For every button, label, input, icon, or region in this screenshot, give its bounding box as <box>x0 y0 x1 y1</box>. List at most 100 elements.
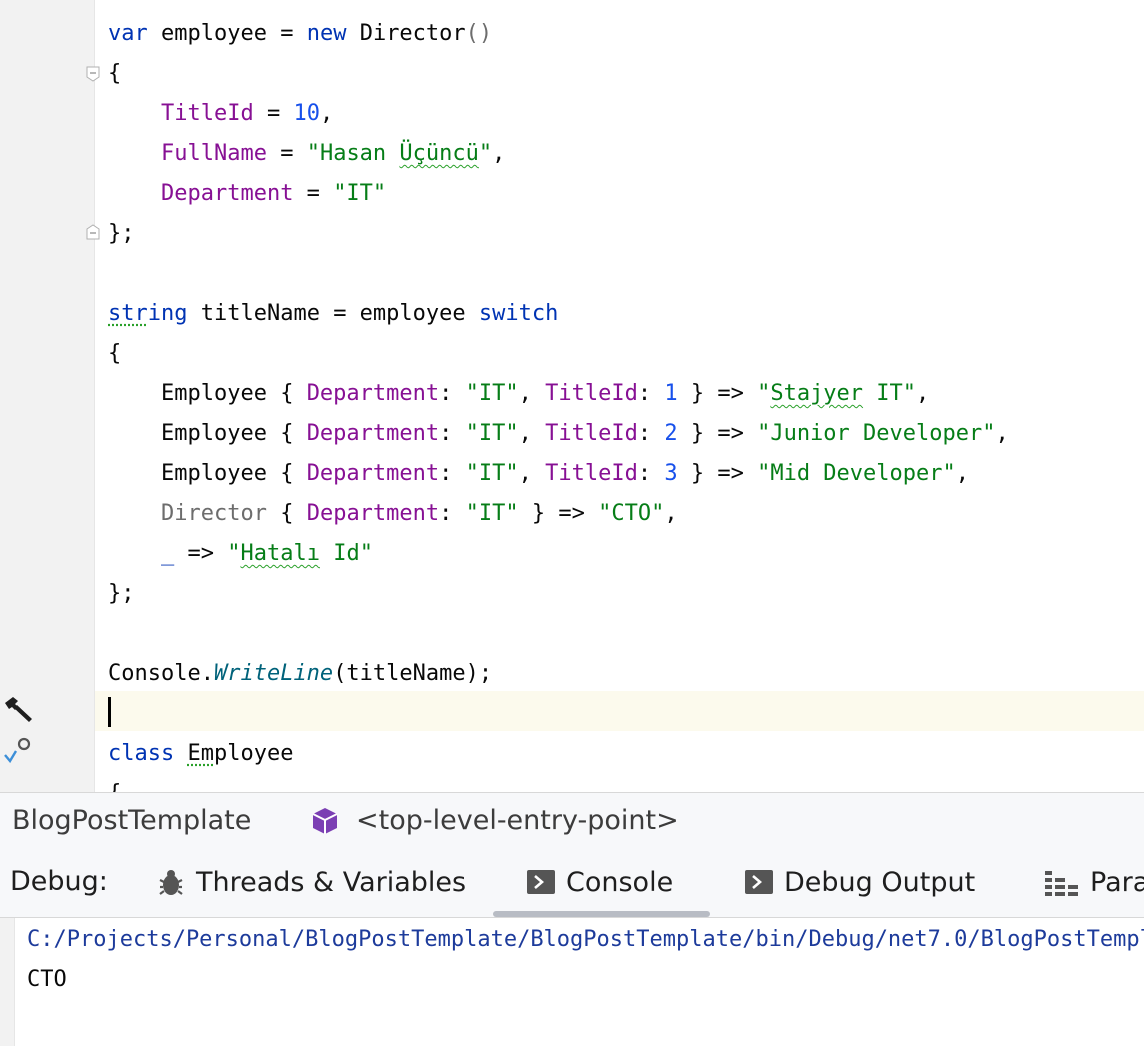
code-text: () <box>465 21 493 46</box>
code-line-9[interactable]: { <box>108 334 121 374</box>
code-text: } => <box>518 501 599 526</box>
code-line-1[interactable]: var employee = new Director() <box>108 14 492 54</box>
hammer-icon[interactable] <box>2 695 34 725</box>
console-path-line[interactable]: C:/Projects/Personal/BlogPostTemplate/Bl… <box>27 920 1144 960</box>
keyword: switch <box>478 301 559 326</box>
class-name-hint: Em <box>187 741 214 766</box>
breadcrumb-project[interactable]: BlogPostTemplate <box>12 805 251 836</box>
tab-debug-output[interactable]: Debug Output <box>744 866 975 898</box>
tab-label: Threads & Variables <box>196 867 467 898</box>
string-literal: "IT" <box>465 381 519 406</box>
text-caret <box>108 697 111 727</box>
tab-label: Debug Output <box>784 867 976 898</box>
keyword: class <box>108 741 175 766</box>
code-text: , <box>518 381 546 406</box>
code-text: : <box>439 381 466 406</box>
code-line-19[interactable]: class Employee <box>108 734 293 774</box>
code-text: = <box>266 141 307 166</box>
code-text: , <box>492 141 506 166</box>
code-text: : <box>637 421 665 446</box>
string-literal: "IT" <box>465 421 519 446</box>
code-line-20[interactable]: { <box>108 774 121 792</box>
code-line-8[interactable]: string titleName = employee switch <box>108 294 558 334</box>
debug-output-icon <box>745 869 773 894</box>
code-text: , <box>955 461 970 486</box>
code-text: Employee { <box>160 381 307 406</box>
tab-label: Para <box>1090 867 1144 898</box>
bug-icon <box>159 869 183 895</box>
code-text: ployee <box>213 741 294 766</box>
tab-threads-variables[interactable]: Threads & Variables <box>156 866 466 898</box>
keyword-hint: str <box>108 301 148 326</box>
code-line-14[interactable]: _ => "Hatalı Id" <box>108 534 373 574</box>
code-line-3[interactable]: TitleId = 10, <box>108 94 333 134</box>
string-literal: "Mid Developer" <box>757 461 956 486</box>
code-text: (titleName); <box>333 661 493 686</box>
tab-label: Console <box>566 867 674 898</box>
fold-end-marker-icon[interactable] <box>86 224 100 240</box>
code-text: { <box>108 781 121 792</box>
breadcrumb: BlogPostTemplate <top-level-entry-point> <box>0 792 1144 852</box>
tab-parallel-stacks[interactable]: Para <box>1044 866 1144 898</box>
code-text: { <box>266 501 307 526</box>
code-text: employee = <box>147 21 307 46</box>
code-text: : <box>439 421 466 446</box>
code-text: titleName = employee <box>187 301 479 326</box>
code-editor[interactable]: var employee = new Director() { TitleId … <box>0 0 1144 792</box>
code-line-5[interactable]: Department = "IT" <box>108 174 386 214</box>
code-text: : <box>637 381 665 406</box>
discard-pattern: _ <box>160 541 175 566</box>
code-text: , <box>319 101 334 126</box>
active-tab-indicator <box>493 911 710 917</box>
current-line-highlight <box>0 691 1144 731</box>
property-name: Department <box>160 181 294 206</box>
code-text: : <box>637 461 665 486</box>
console-output[interactable]: C:/Projects/Personal/BlogPostTemplate/Bl… <box>0 918 1144 1046</box>
debug-toolbar: Debug: Threads & Variables Console Debug… <box>0 851 1144 918</box>
number-literal: 10 <box>293 101 320 126</box>
property-name: TitleId <box>545 421 638 446</box>
code-line-15[interactable]: }; <box>108 574 135 614</box>
code-text: = <box>293 181 334 206</box>
property-name: FullName <box>160 141 267 166</box>
typo-highlight: Üçüncü <box>399 141 479 166</box>
string-literal: "Junior Developer" <box>757 421 996 446</box>
number-literal: 1 <box>664 381 678 406</box>
type-name: Director <box>160 501 267 526</box>
string-literal: " <box>757 381 771 406</box>
code-text: : <box>439 461 466 486</box>
property-name: TitleId <box>545 381 638 406</box>
console-output-line: CTO <box>27 967 67 992</box>
code-text: , <box>664 501 678 526</box>
code-text: , <box>916 381 930 406</box>
code-line-10[interactable]: Employee { Department: "IT", TitleId: 1 … <box>108 374 929 414</box>
debug-label: Debug: <box>10 866 108 897</box>
typo-highlight: Hatalı <box>240 541 320 566</box>
code-text: => <box>174 541 228 566</box>
code-text: { <box>108 341 122 366</box>
breadcrumb-entry-point[interactable]: <top-level-entry-point> <box>356 805 679 836</box>
code-line-17[interactable]: Console.WriteLine(titleName); <box>108 654 492 694</box>
code-line-11[interactable]: Employee { Department: "IT", TitleId: 2 … <box>108 414 1009 454</box>
editor-gutter[interactable] <box>0 0 95 792</box>
method-call: WriteLine <box>213 661 334 686</box>
string-literal: "IT" <box>333 181 387 206</box>
tab-console[interactable]: Console <box>526 866 673 898</box>
string-literal: "IT" <box>465 461 519 486</box>
code-text: Console. <box>108 661 214 686</box>
code-line-12[interactable]: Employee { Department: "IT", TitleId: 3 … <box>108 454 969 494</box>
console-gutter <box>0 918 15 1046</box>
code-text: { <box>108 61 122 86</box>
parallel-stacks-icon <box>1045 870 1078 896</box>
code-line-4[interactable]: FullName = "Hasan Üçüncü", <box>108 134 505 174</box>
code-line-2[interactable]: { <box>108 54 121 94</box>
property-name: TitleId <box>160 101 254 126</box>
string-literal: " <box>227 541 241 566</box>
string-literal: " <box>478 141 493 166</box>
code-line-6[interactable]: }; <box>108 214 135 254</box>
fold-marker-icon[interactable] <box>86 66 100 82</box>
implementation-marker-icon[interactable] <box>2 735 34 767</box>
code-text: , <box>995 421 1009 446</box>
code-line-13[interactable]: Director { Department: "IT" } => "CTO", <box>108 494 678 534</box>
